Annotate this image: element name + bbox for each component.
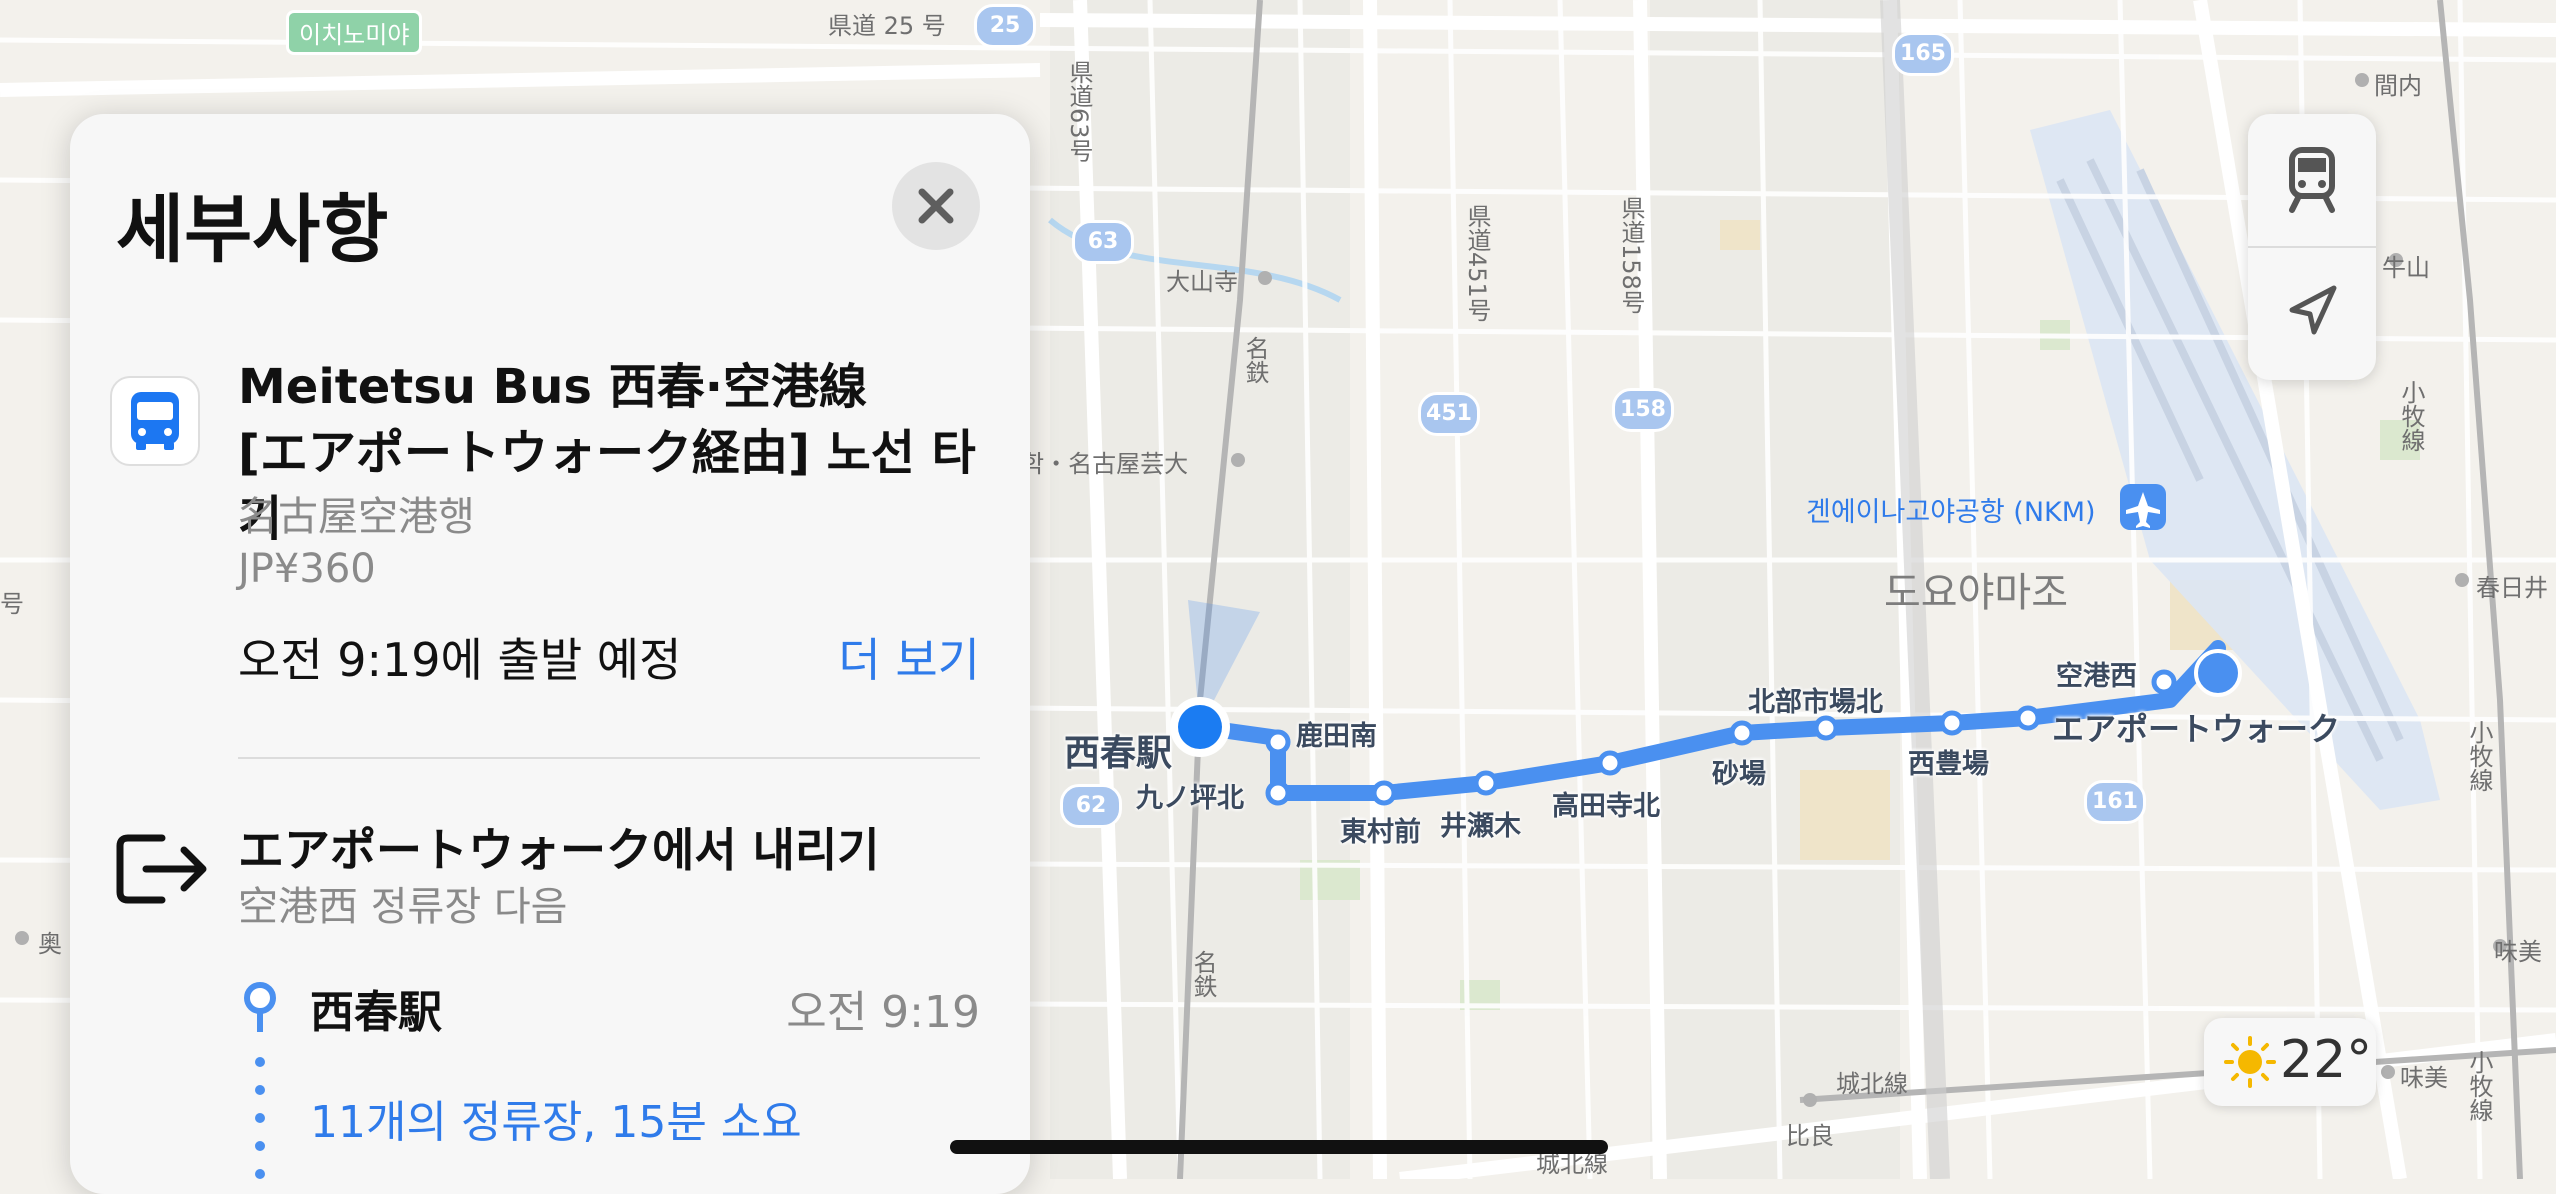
stop-label-isemoku[interactable]: 井瀬木 [1440,804,1521,843]
weather-badge[interactable]: 22° [2204,1018,2376,1106]
locate-me-button[interactable] [2248,248,2376,380]
road-shield: 158 [1612,388,1674,432]
map-label-aji: 味美 [2494,938,2542,966]
transit-mode-button[interactable] [2248,114,2376,246]
boarding-stop-time: 오전 9:19 [786,987,980,1038]
road-shield: 451 [1418,392,1480,436]
road-shield: 62 [1060,784,1122,828]
fare-text: JP¥360 [238,546,376,592]
stop-dot[interactable] [1729,720,1755,746]
map-label-prefroad25: 県道 25 号 [828,12,946,40]
details-panel[interactable]: 세부사항 Meitetsu Bus 西春·空港線 [エアポートウォーク経由] 노… [70,114,1030,1194]
map-label-airport[interactable]: 겐에이나고야공항 (NKM) [1806,490,2096,529]
stop-label-higashimuramae[interactable]: 東村前 [1340,810,1421,849]
map-label-komaki-3: 小牧線 [2465,1050,2493,1122]
stop-label-kanodaminami[interactable]: 鹿田南 [1296,714,1377,753]
map-label-meitetsu-2: 名鉄 [1189,950,1217,998]
stop-label-hokubushijokita[interactable]: 北部市場北 [1748,680,1883,719]
more-link[interactable]: 더 보기 [838,624,980,690]
map-label-meigeidai[interactable]: 학・名古屋芸大 [1022,444,1188,479]
sun-icon [2224,1036,2276,1088]
stop-dot[interactable] [1265,729,1291,755]
user-location-marker[interactable] [1178,705,1222,749]
destination-marker[interactable] [2194,649,2242,697]
stop-dot[interactable] [2151,669,2177,695]
stop-dot[interactable] [1371,780,1397,806]
exit-icon [116,834,207,904]
map-controls [2248,114,2376,380]
stop-dot[interactable] [1265,780,1291,806]
stop-label-airportwalk[interactable]: エアポートウォーク [2052,704,2340,750]
home-indicator[interactable] [950,1140,1608,1154]
stop-dot[interactable] [1813,715,1839,741]
road-shield: 25 [974,4,1036,48]
location-arrow-icon [2289,285,2337,335]
road-shield: 161 [2084,780,2146,824]
train-icon [2289,147,2335,213]
divider [238,757,980,759]
map-label-oku: 奥 [38,930,62,958]
stop-label-kunotsubokita[interactable]: 九ノ坪北 [1136,776,1244,815]
close-icon [918,188,954,224]
boarding-stop-name: 西春駅 [310,987,442,1038]
map-label-daisanji[interactable]: 大山寺 [1166,262,1238,297]
stop-label-nishitoyoba[interactable]: 西豊場 [1908,742,1989,781]
panel-title: 세부사항 [116,187,389,273]
stops-summary-link[interactable]: 11개의 정류장, 15분 소요 [310,1086,802,1150]
map-label-toyoyama: 도요야마조 [1884,570,2068,616]
map-label-pref158: 県道158号 [1617,196,1645,314]
map-label-komaki-2: 小牧線 [2465,720,2493,792]
stop-timeline [244,982,276,1179]
map-label-kasugai: 春日井 [2476,574,2548,602]
map-label-hira: 比良 [1786,1122,1834,1150]
weather-temp: 22° [2280,1030,2373,1090]
stop-label-sunaba[interactable]: 砂場 [1712,752,1766,791]
map-label-komaki-1: 小牧線 [2397,380,2425,452]
map-label-aji2: 味美 [2400,1064,2448,1092]
stop-label-takadaterakita[interactable]: 高田寺北 [1552,784,1660,823]
destination-text: 名古屋空港행 [238,494,475,540]
bus-icon [131,392,179,450]
map-label-meitetsu-1: 名鉄 [1241,336,1269,384]
map-label-go: 号 [0,590,24,618]
road-shield: 165 [1892,32,1954,76]
map-label-ichinomiya[interactable]: 이치노미야 [286,10,423,55]
map-label-pref451: 県道451号 [1463,204,1491,322]
map-label-ushiyama: 牛山 [2382,254,2430,282]
bus-badge [110,376,200,466]
stop-label-kukonishi[interactable]: 空港西 [2056,654,2137,693]
stop-label-nishiharu[interactable]: 西春駅 [1064,724,1172,776]
road-shield: 63 [1072,220,1134,264]
alight-title: エアポートウォーク에서 내리기 [238,823,880,877]
stop-dot[interactable] [1473,770,1499,796]
stop-dot[interactable] [1597,750,1623,776]
close-button[interactable] [892,162,980,250]
departure-text: 오전 9:19에 출발 예정 [238,633,682,687]
map-label-pref63: 県道63号 [1065,60,1093,163]
map-label-mannai: 間内 [2374,72,2422,100]
route-name-line1: Meitetsu Bus 西春·空港線 [238,359,867,415]
map-label-johoku: 城北線 [1836,1070,1908,1098]
alight-subtitle: 空港西 정류장 다음 [238,884,568,930]
stop-dot[interactable] [1939,710,1965,736]
stop-dot[interactable] [2015,705,2041,731]
